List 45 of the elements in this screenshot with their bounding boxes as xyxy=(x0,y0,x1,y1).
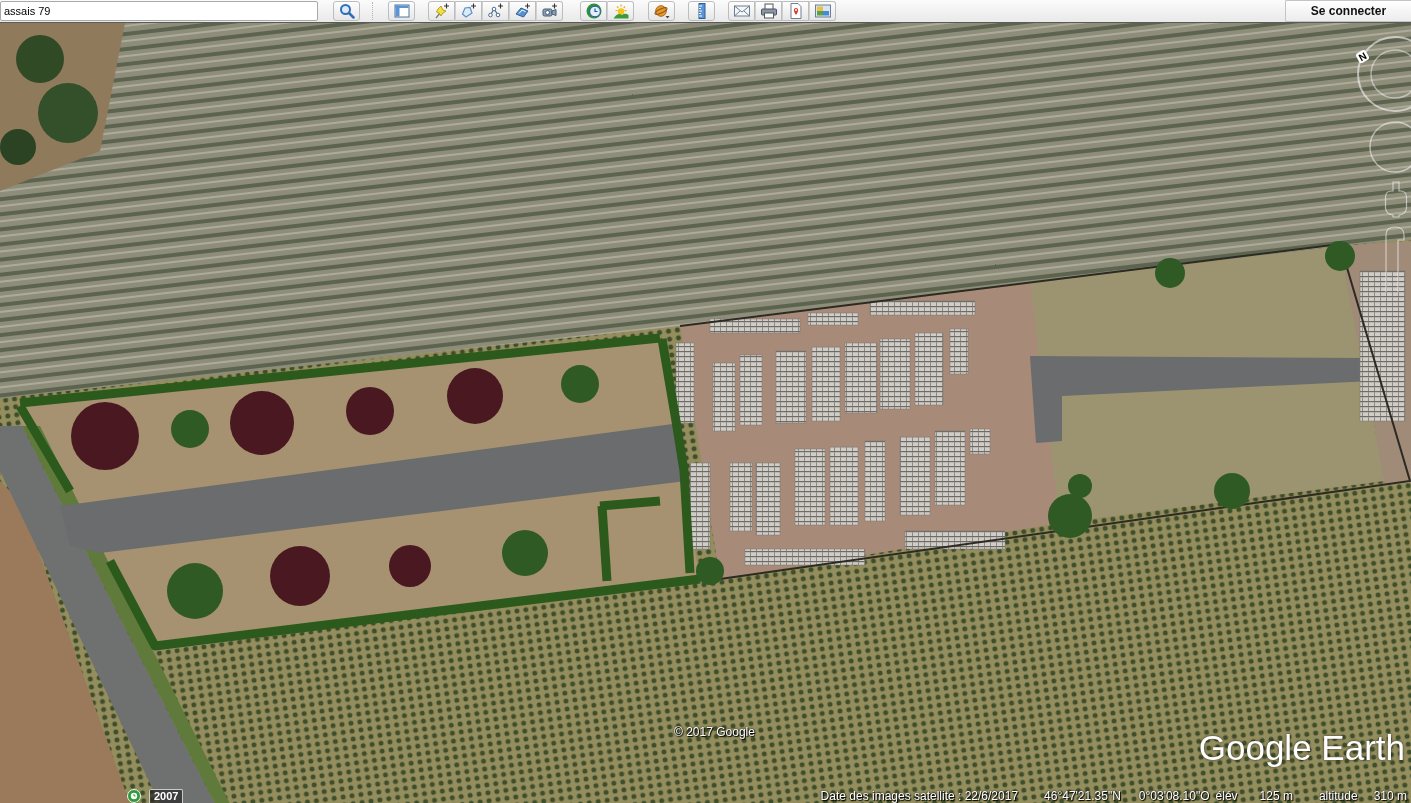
polygon-button[interactable] xyxy=(455,1,482,21)
search-field[interactable]: assais 79 xyxy=(0,1,318,21)
elevation-value: 125 m xyxy=(1259,789,1293,803)
tour-button[interactable] xyxy=(536,1,563,21)
ruler-button[interactable] xyxy=(688,1,715,21)
tile-icon xyxy=(514,3,531,19)
compass-ring[interactable]: N xyxy=(1354,35,1411,113)
map-pin-icon xyxy=(787,3,804,19)
imagery-date-text: Date des images satellite : 22/6/2017 xyxy=(820,789,1019,803)
altitude-value: 310 m xyxy=(1373,789,1407,803)
planet-button[interactable] xyxy=(648,1,675,21)
printer-icon xyxy=(760,3,777,19)
sun-icon xyxy=(612,3,629,19)
clock-icon xyxy=(585,3,602,19)
placemark-button[interactable] xyxy=(428,1,455,21)
path-button[interactable] xyxy=(482,1,509,21)
save-image-button[interactable] xyxy=(809,1,836,21)
latitude-text: 46°47'21.35"N xyxy=(1044,789,1121,803)
picture-icon xyxy=(814,3,831,19)
print-button[interactable] xyxy=(755,1,782,21)
search-icon xyxy=(338,3,355,19)
longitude-text: 0°03'08.10"O xyxy=(1138,789,1210,803)
move-ring-icon[interactable] xyxy=(1368,121,1411,173)
path-icon xyxy=(487,3,504,19)
copyright-text: © 2017 Google xyxy=(674,725,755,739)
email-button[interactable] xyxy=(728,1,755,21)
zoom-slider-icon[interactable] xyxy=(1385,226,1405,292)
pegman-icon[interactable] xyxy=(1384,181,1408,218)
altitude-label: altitude xyxy=(1318,789,1358,803)
overlay-button[interactable] xyxy=(509,1,536,21)
history-button[interactable] xyxy=(580,1,607,21)
polygon-icon xyxy=(460,3,477,19)
sidebar-button[interactable] xyxy=(388,1,415,21)
sign-in-button[interactable]: Se connecter xyxy=(1285,0,1411,22)
year-label[interactable]: 2007 xyxy=(149,789,184,803)
elevation-label: élév xyxy=(1215,789,1238,803)
sunlight-button[interactable] xyxy=(607,1,634,21)
panel-icon xyxy=(393,3,410,19)
camera-icon xyxy=(541,3,558,19)
planet-icon xyxy=(653,3,670,19)
search-button[interactable] xyxy=(333,1,360,21)
google-earth-logo: Google Earth xyxy=(1198,727,1405,769)
envelope-icon xyxy=(733,3,750,19)
pushpin-icon xyxy=(433,3,450,19)
maps-button[interactable] xyxy=(782,1,809,21)
